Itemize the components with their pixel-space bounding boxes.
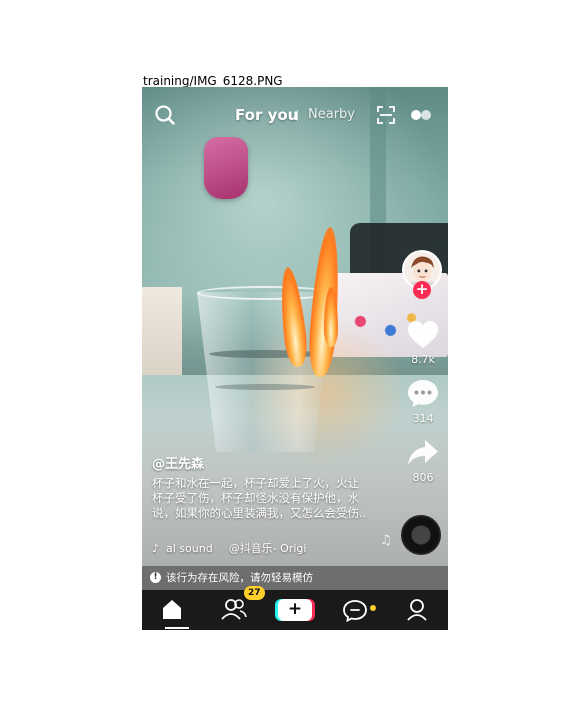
like-count: 8.7k: [411, 353, 435, 366]
phone-screen: For you Nearby + 8.7k 314 806 ♫ @王先森 杯子和…: [142, 87, 448, 630]
sound-author: @抖音乐- Origi: [228, 542, 307, 555]
music-note-icon: ♪: [152, 542, 160, 555]
hanging-bag: [204, 137, 248, 199]
comment-count: 314: [412, 412, 434, 425]
nav-me[interactable]: [392, 590, 442, 630]
sound-name: al sound: [166, 542, 213, 555]
author-name[interactable]: @王先森: [152, 453, 204, 472]
home-icon: [163, 600, 181, 619]
warning-icon: !: [150, 572, 161, 583]
scan-icon[interactable]: [376, 105, 396, 125]
create-button[interactable]: +: [278, 599, 312, 621]
friends-badge: 27: [244, 586, 265, 600]
tab-nearby[interactable]: Nearby: [308, 107, 355, 122]
inbox-notification-dot: [370, 605, 376, 611]
bottom-nav: 27 +: [142, 586, 448, 630]
video-caption: 杯子和水在一起，杯子却爱上了火，火让杯子受了伤，杯子却怪水没有保护他，水说，如果…: [152, 476, 367, 520]
heart-icon[interactable]: [406, 319, 440, 351]
water-line: [215, 384, 315, 390]
tab-separator: [297, 110, 298, 121]
search-icon[interactable]: [154, 104, 176, 126]
sound-row[interactable]: ♪ al sound @抖音乐- Origi: [152, 540, 387, 556]
file-caption: training/IMG_6128.PNG: [143, 74, 283, 88]
share-icon[interactable]: [406, 437, 440, 469]
warning-text: 该行为存在风险，请勿轻易模仿: [166, 572, 313, 584]
risk-warning-banner: ! 该行为存在风险，请勿轻易模仿: [142, 566, 448, 590]
nav-home[interactable]: [147, 590, 197, 630]
tab-for-you[interactable]: For you: [235, 106, 298, 124]
share-count: 806: [412, 471, 434, 484]
comment-icon[interactable]: [406, 377, 440, 409]
music-disc[interactable]: [401, 515, 441, 555]
profile-icon: [407, 599, 427, 621]
record-icon[interactable]: [410, 108, 432, 122]
follow-button[interactable]: +: [413, 281, 431, 299]
active-tab-indicator: [165, 627, 189, 629]
top-bar: For you Nearby: [142, 87, 448, 141]
